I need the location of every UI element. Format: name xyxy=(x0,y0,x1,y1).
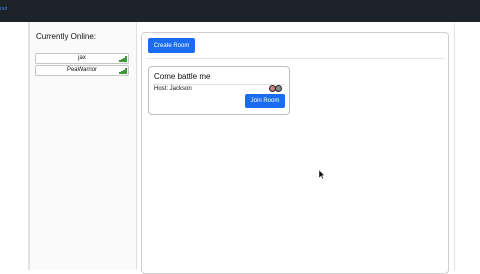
nav-brand-link[interactable]: ord xyxy=(0,6,7,12)
signal-bars-icon xyxy=(119,68,127,74)
room-host: Host: Jackson xyxy=(154,86,192,92)
online-user-name: PeaWarrior xyxy=(66,67,98,73)
player-avatar-icon xyxy=(275,85,282,92)
online-users-sidebar: Currently Online: jax PeaWarrior xyxy=(29,22,137,270)
room-card: Come battle me Host: Jackson Join Room xyxy=(148,66,290,115)
online-user-item[interactable]: jax xyxy=(35,53,129,64)
rooms-panel: Create Room Come battle me Host: Jackson… xyxy=(141,32,449,274)
signal-bars-icon xyxy=(119,56,127,62)
mouse-cursor-icon xyxy=(319,170,325,179)
online-user-item[interactable]: PeaWarrior xyxy=(35,65,129,76)
room-title: Come battle me xyxy=(154,72,211,81)
online-users-title: Currently Online: xyxy=(36,32,97,41)
room-divider xyxy=(153,84,285,85)
player-avatars xyxy=(269,85,284,93)
top-nav-bar: ord xyxy=(0,0,480,22)
join-room-button[interactable]: Join Room xyxy=(245,94,285,108)
panel-divider xyxy=(146,58,444,59)
create-room-button[interactable]: Create Room xyxy=(148,38,195,53)
online-user-name: jax xyxy=(78,55,86,61)
page-gutter-right xyxy=(454,22,455,270)
